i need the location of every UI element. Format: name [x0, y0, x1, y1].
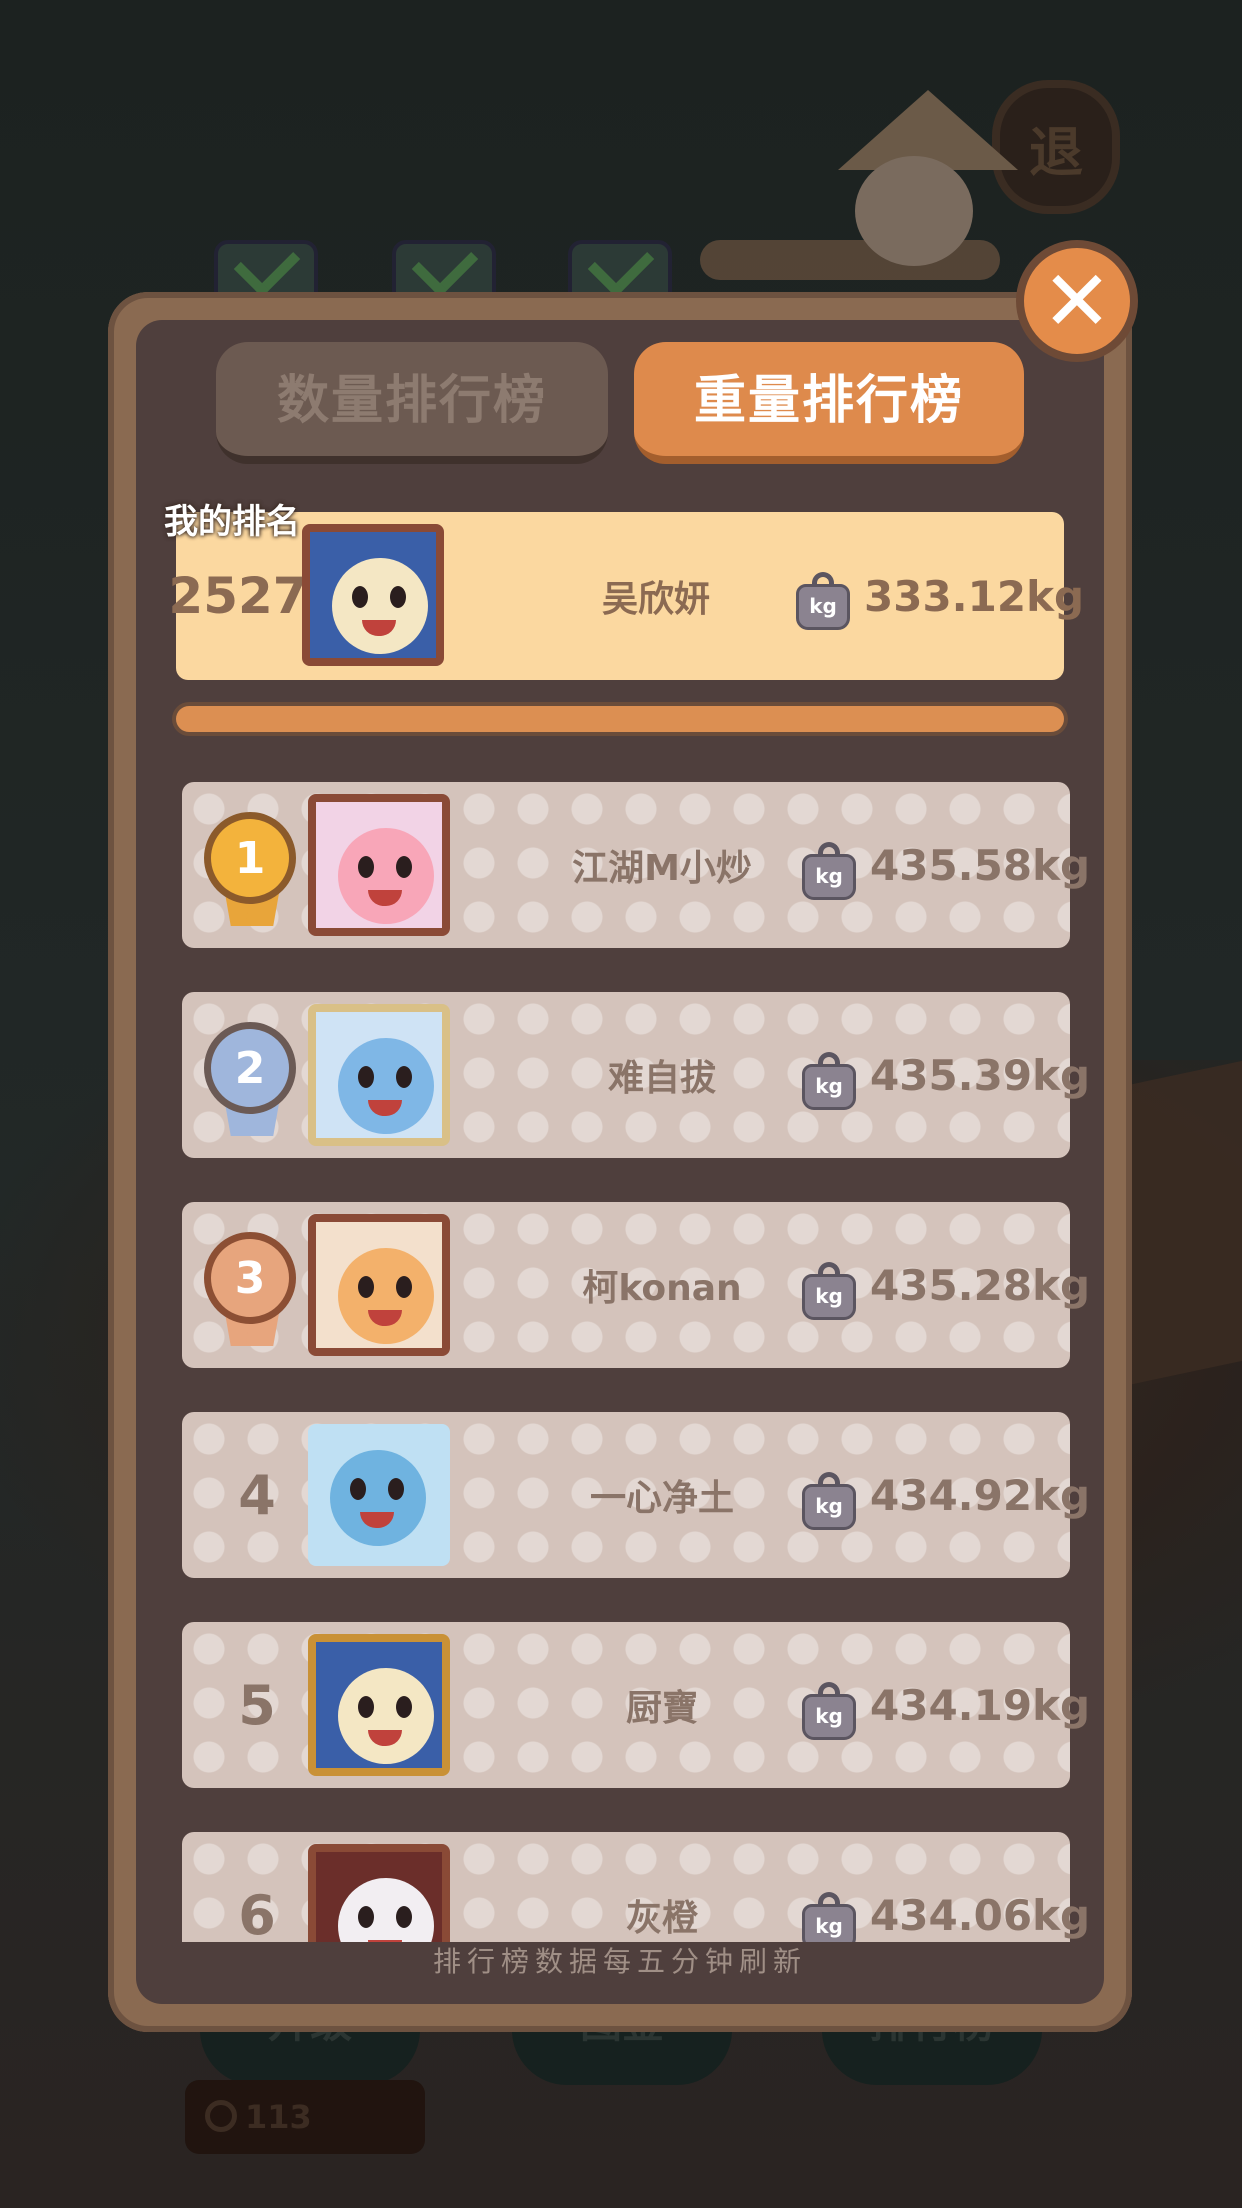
leaderboard-row[interactable]: 1 江湖M小炒 kg 435.58kg	[182, 782, 1090, 948]
avatar	[308, 1214, 450, 1356]
avatar	[302, 524, 444, 666]
avatar	[308, 1634, 450, 1776]
silver-medal-icon: 2	[204, 1022, 300, 1138]
player-weight: 435.28kg	[870, 1260, 1091, 1310]
player-weight: 434.06kg	[870, 1890, 1091, 1940]
divider-bar	[176, 706, 1064, 732]
coin-counter: 113	[185, 2080, 425, 2154]
my-weight: 333.12kg	[864, 571, 1085, 621]
weight-icon: kg	[802, 1052, 856, 1110]
leaderboard-list[interactable]: 1 江湖M小炒 kg 435.58kg 2 难自拔 kg 435.39kg 3 …	[136, 760, 1104, 1942]
coin-count: 113	[245, 2098, 312, 2136]
player-name: 灰橙	[625, 1898, 698, 1939]
my-rank-label: 我的排名	[164, 502, 300, 542]
weight-icon: kg	[796, 572, 850, 630]
leaderboard-row[interactable]: 3 柯konan kg 435.28kg	[182, 1202, 1090, 1368]
weight-icon: kg	[802, 1682, 856, 1740]
close-icon: ✕	[1041, 252, 1113, 350]
player-weight: 434.19kg	[870, 1680, 1091, 1730]
refresh-note: 排行榜数据每五分钟刷新	[432, 1945, 807, 1978]
tab-count-leaderboard[interactable]: 数量排行榜	[216, 342, 608, 464]
player-weight: 435.39kg	[870, 1050, 1091, 1100]
player-name: 厨寶	[625, 1688, 698, 1729]
avatar	[308, 1844, 450, 1942]
weight-icon: kg	[802, 842, 856, 900]
player-name: 一心净土	[589, 1478, 734, 1519]
player-name: 柯konan	[582, 1268, 742, 1309]
leaderboard-row[interactable]: 5 厨寶 kg 434.19kg	[182, 1622, 1090, 1788]
weight-icon: kg	[802, 1472, 856, 1530]
tab-weight-leaderboard[interactable]: 重量排行榜	[634, 342, 1024, 464]
player-name: 难自拔	[607, 1058, 716, 1099]
coin-icon	[205, 2100, 237, 2132]
leaderboard-row[interactable]: 4 一心净土 kg 434.92kg	[182, 1412, 1090, 1578]
avatar	[308, 1004, 450, 1146]
player-name: 江湖M小炒	[572, 848, 752, 889]
bronze-medal-icon: 3	[204, 1232, 300, 1348]
weight-icon: kg	[802, 1262, 856, 1320]
player-weight: 434.92kg	[870, 1470, 1091, 1520]
player-weight: 435.58kg	[870, 840, 1091, 890]
weight-icon: kg	[802, 1892, 856, 1942]
my-rank-row: 2527 吴欣妍 kg 333.12kg	[168, 512, 1084, 680]
mascot-image	[700, 90, 1018, 320]
close-button[interactable]: ✕	[1016, 240, 1138, 362]
gold-medal-icon: 1	[204, 812, 300, 928]
leaderboard-row[interactable]: 2 难自拔 kg 435.39kg	[182, 992, 1090, 1158]
leaderboard-row[interactable]: 6 灰橙 kg 434.06kg	[182, 1832, 1090, 1942]
avatar	[308, 1424, 450, 1566]
my-player-name: 吴欣妍	[601, 579, 710, 620]
avatar	[308, 794, 450, 936]
